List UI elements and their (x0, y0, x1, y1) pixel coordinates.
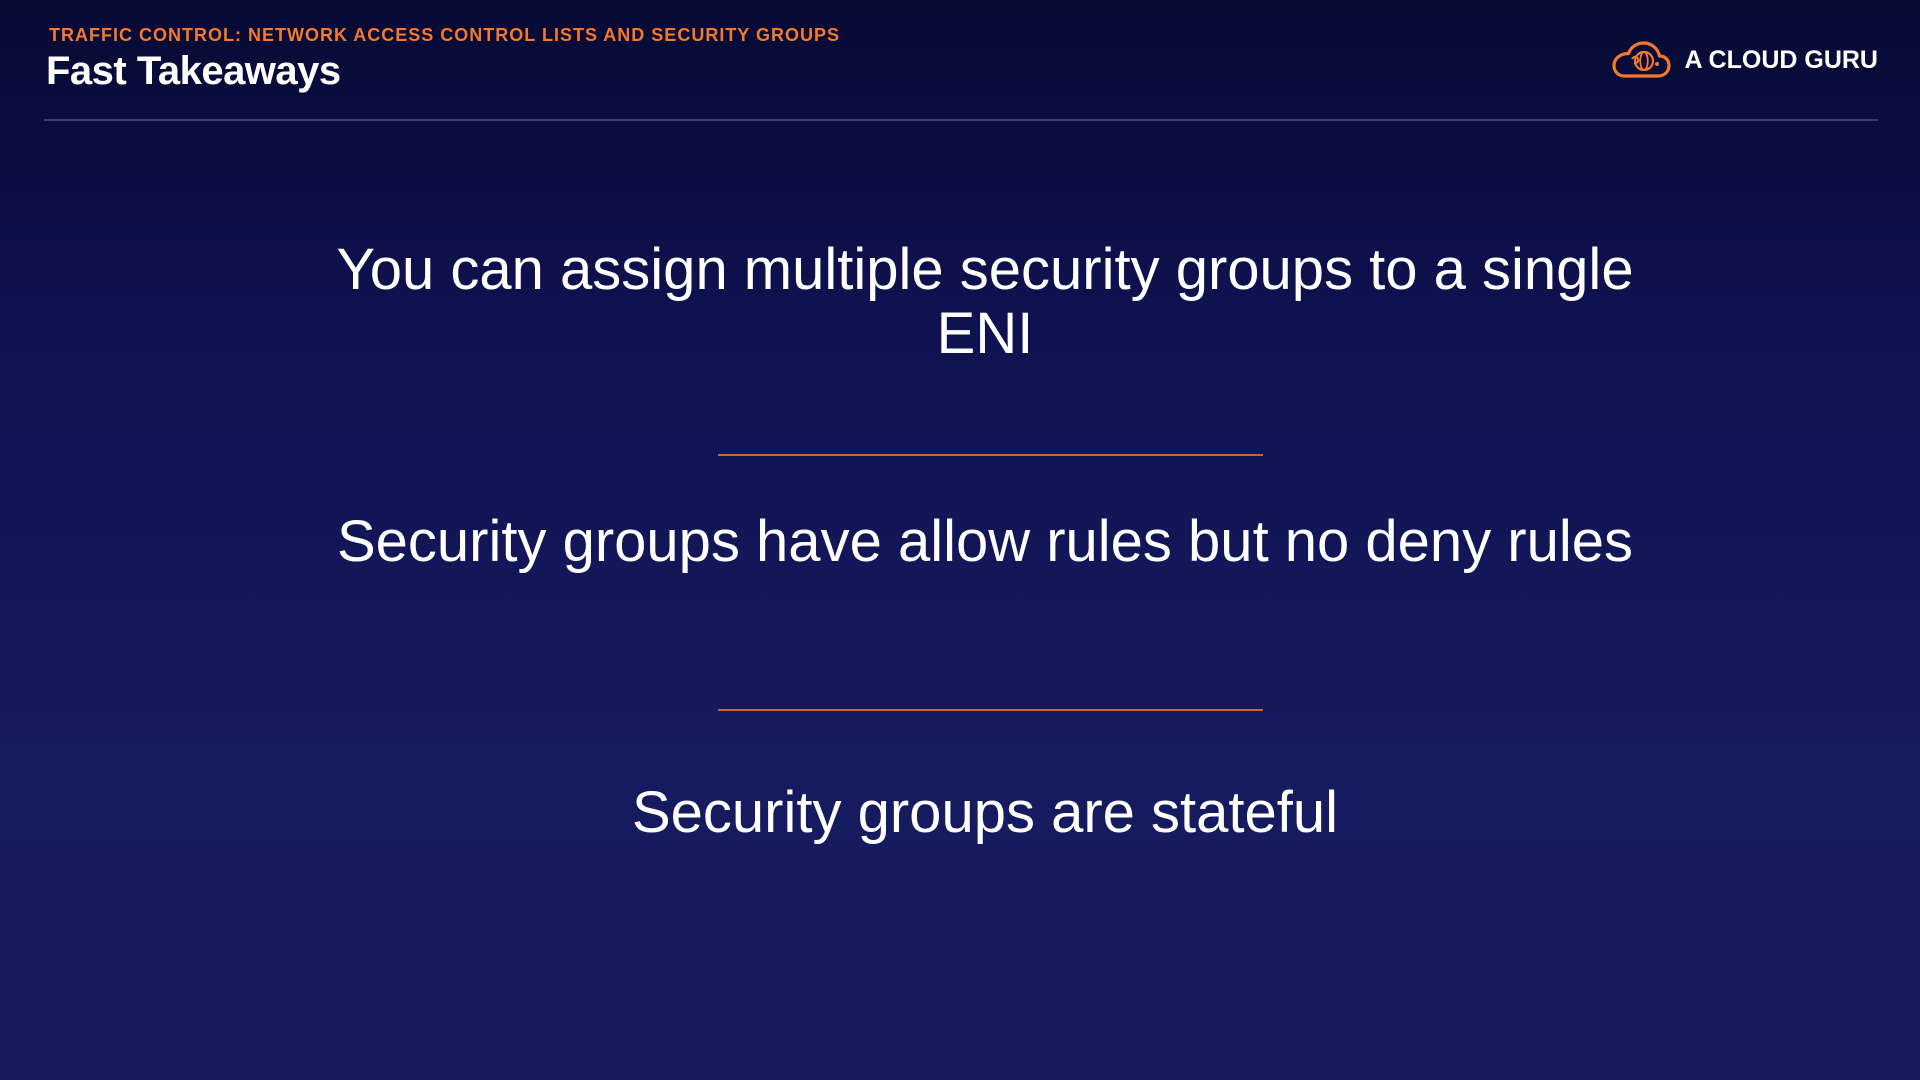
takeaway-list: You can assign multiple security groups … (0, 0, 1920, 1080)
takeaway-item: Security groups have allow rules but no … (336, 509, 1634, 574)
takeaway-item: Security groups are stateful (631, 780, 1339, 845)
takeaway-divider (718, 709, 1263, 711)
takeaway-item: You can assign multiple security groups … (336, 237, 1634, 366)
takeaway-divider (718, 454, 1263, 456)
